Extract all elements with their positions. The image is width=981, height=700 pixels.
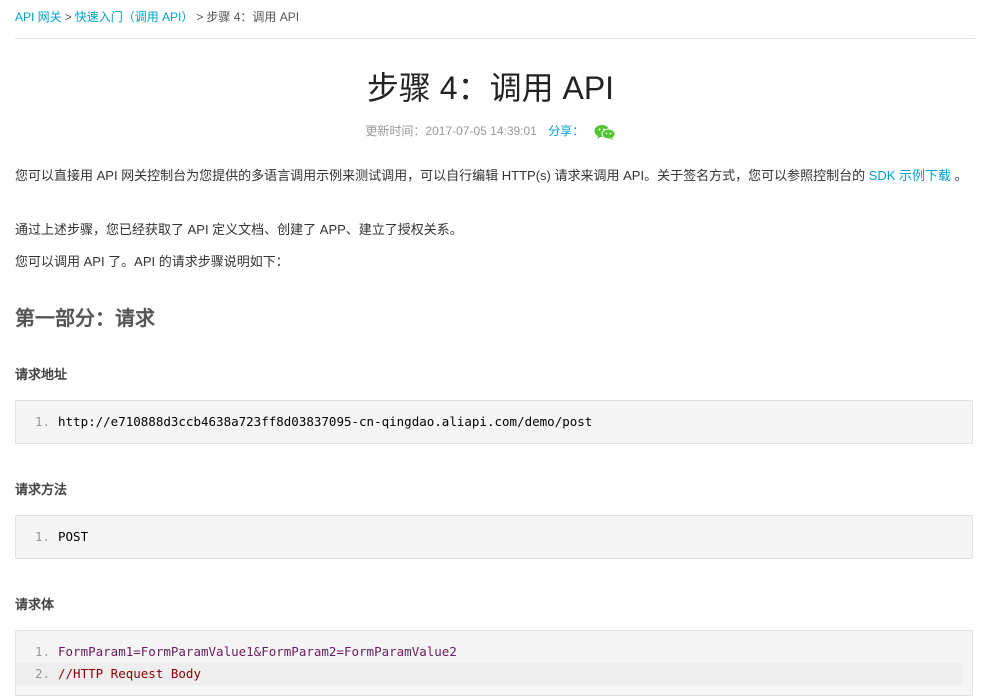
code-text: POST <box>58 529 89 544</box>
line-number: 1. <box>34 414 50 429</box>
body-code-block: 1. FormParam1=FormParamValue1&FormParam2… <box>15 630 973 696</box>
code-line: 2. //HTTP Request Body <box>16 663 962 685</box>
code-text: FormParam1=FormParamValue1&FormParam2=Fo… <box>58 644 457 659</box>
code-text: http://e710888d3ccb4638a723ff8d03837095-… <box>58 414 593 429</box>
code-line: 1. FormParam1=FormParamValue1&FormParam2… <box>16 641 962 663</box>
body-heading: 请求体 <box>15 597 55 612</box>
page-meta: 更新时间：2017-07-05 14:39:01 分享： <box>0 122 981 140</box>
intro-paragraph-3: 您可以调用 API 了。API 的请求步骤说明如下： <box>15 254 289 269</box>
breadcrumb: API 网关 > 快速入门（调用 API） > 步骤 4：调用 API <box>15 8 299 26</box>
line-number: 2. <box>34 666 50 681</box>
address-heading: 请求地址 <box>15 367 68 382</box>
code-line: 1. POST <box>16 526 962 548</box>
method-code-block: 1. POST <box>15 515 973 559</box>
code-comment: //HTTP Request Body <box>58 666 201 681</box>
breadcrumb-separator: > <box>196 10 204 24</box>
intro-paragraph-1: 您可以直接用 API 网关控制台为您提供的多语言调用示例来测试调用，可以自行编辑… <box>15 165 970 187</box>
breadcrumb-separator: > <box>64 10 72 24</box>
page-title: 步骤 4：调用 API <box>366 70 615 106</box>
sdk-download-link[interactable]: SDK 示例下载 <box>869 168 951 183</box>
code-line: 1. http://e710888d3ccb4638a723ff8d038370… <box>16 411 962 433</box>
method-heading: 请求方法 <box>15 482 68 497</box>
intro-end: 。 <box>951 168 968 183</box>
breadcrumb-link-api-gateway[interactable]: API 网关 <box>15 10 62 24</box>
address-code-block: 1. http://e710888d3ccb4638a723ff8d038370… <box>15 400 973 444</box>
breadcrumb-current: 步骤 4：调用 API <box>206 10 300 24</box>
updated-time: 更新时间：2017-07-05 14:39:01 <box>365 124 537 138</box>
wechat-icon[interactable] <box>594 124 616 140</box>
breadcrumb-link-quickstart[interactable]: 快速入门（调用 API） <box>75 10 194 24</box>
section-title: 第一部分：请求 <box>15 308 155 330</box>
share-label: 分享： <box>548 124 585 138</box>
line-number: 1. <box>34 644 50 659</box>
header-divider <box>15 38 975 39</box>
intro-paragraph-2: 通过上述步骤，您已经获取了 API 定义文档、创建了 APP、建立了授权关系。 <box>15 222 463 237</box>
intro-text: 您可以直接用 API 网关控制台为您提供的多语言调用示例来测试调用，可以自行编辑… <box>15 168 869 183</box>
line-number: 1. <box>34 529 50 544</box>
